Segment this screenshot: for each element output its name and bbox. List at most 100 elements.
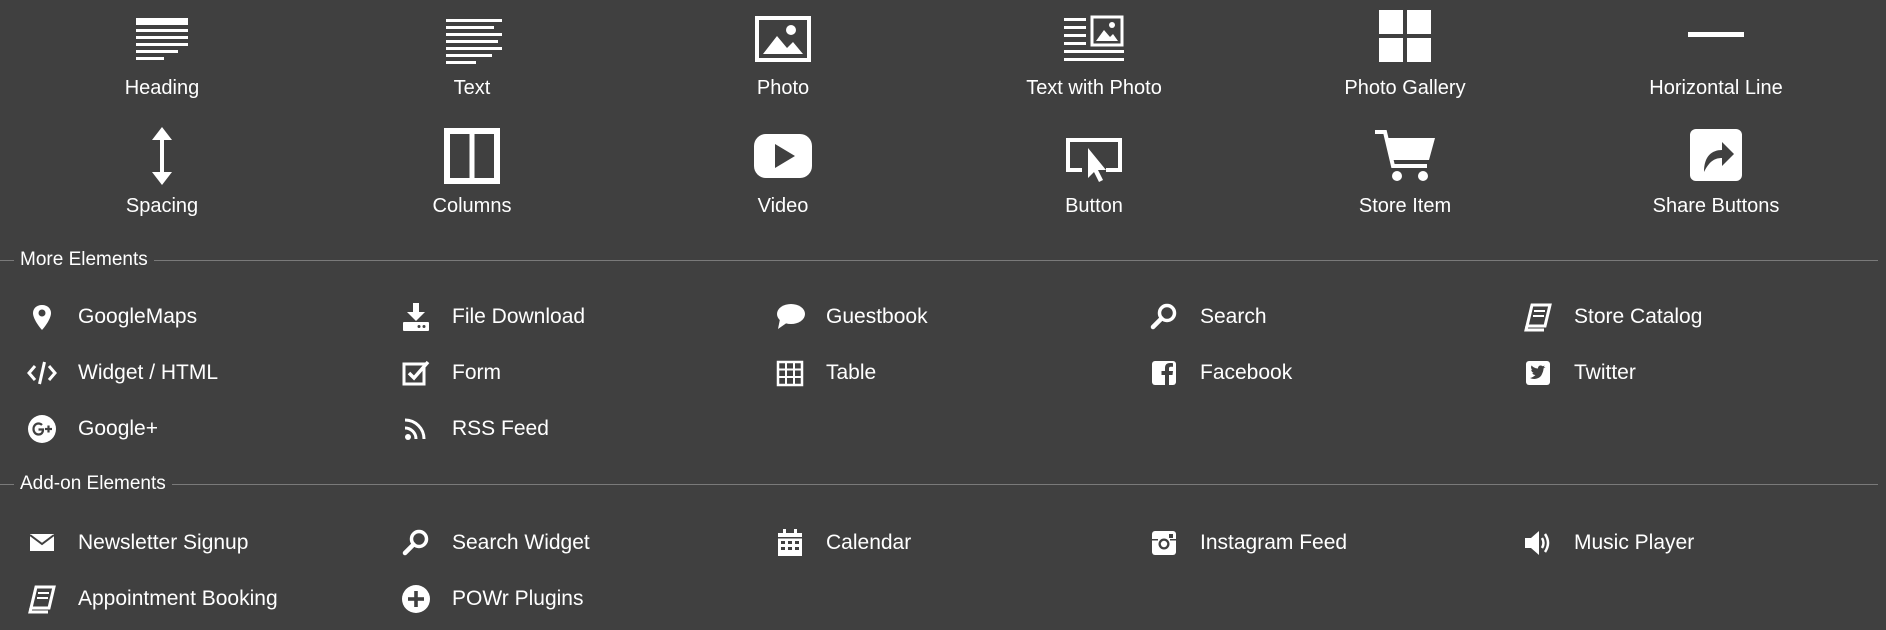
table-icon (774, 358, 806, 388)
search-icon (1148, 302, 1180, 332)
element-rss-feed[interactable]: RSS Feed (374, 408, 734, 448)
element-share-buttons[interactable]: Share Buttons (1616, 126, 1816, 236)
rss-icon (400, 414, 432, 444)
element-file-download[interactable]: File Download (374, 296, 734, 336)
element-label: Form (452, 361, 501, 384)
plus-circle-icon (400, 584, 432, 614)
element-label: GoogleMaps (78, 305, 198, 328)
instagram-icon (1148, 528, 1180, 558)
text-with-photo-icon (1062, 8, 1126, 68)
element-appointment-booking[interactable]: Appointment Booking (0, 578, 360, 618)
element-label: Button (1065, 195, 1123, 217)
element-label: Store Catalog (1574, 305, 1703, 328)
cart-icon (1373, 126, 1437, 186)
element-label: Instagram Feed (1200, 531, 1348, 554)
checkbox-icon (400, 358, 432, 388)
element-label: Columns (432, 195, 512, 217)
element-horizontal-line[interactable]: Horizontal Line (1616, 8, 1816, 118)
search-icon (400, 528, 432, 558)
element-label: Twitter (1574, 361, 1636, 384)
element-label: Horizontal Line (1649, 77, 1783, 99)
book-icon (26, 584, 58, 614)
element-label: Table (826, 361, 877, 384)
twitter-icon (1522, 358, 1554, 388)
element-label: Music Player (1574, 531, 1695, 554)
share-icon (1684, 126, 1748, 186)
element-label: Photo Gallery (1344, 77, 1466, 99)
heading-icon (130, 8, 194, 68)
element-spacing[interactable]: Spacing (62, 126, 262, 236)
columns-icon (440, 126, 504, 186)
element-label: POWr Plugins (452, 587, 584, 610)
element-text[interactable]: Text (372, 8, 572, 118)
element-search[interactable]: Search (1122, 296, 1482, 336)
element-label: Widget / HTML (78, 361, 219, 384)
element-label: Appointment Booking (78, 587, 278, 610)
download-icon (400, 302, 432, 332)
speech-bubble-icon (774, 302, 806, 332)
element-label: Newsletter Signup (78, 531, 249, 554)
more-elements-header: More Elements (0, 248, 1886, 272)
element-label: Share Buttons (1652, 195, 1780, 217)
element-store-catalog[interactable]: Store Catalog (1496, 296, 1856, 336)
element-googlemaps[interactable]: GoogleMaps (0, 296, 360, 336)
element-label: Search (1200, 305, 1267, 328)
spacing-icon (130, 126, 194, 186)
element-text-with-photo[interactable]: Text with Photo (994, 8, 1194, 118)
element-label: Store Item (1358, 195, 1452, 217)
element-label: Text (453, 77, 491, 99)
element-music-player[interactable]: Music Player (1496, 522, 1856, 562)
element-button[interactable]: Button (994, 126, 1194, 236)
element-label: Spacing (125, 195, 199, 217)
primary-row-1: Heading Text Photo Text with Photo Photo… (0, 8, 1886, 118)
element-table[interactable]: Table (748, 352, 1108, 392)
envelope-icon (26, 528, 58, 558)
calendar-icon (774, 528, 806, 558)
element-video[interactable]: Video (683, 126, 883, 236)
element-label: Facebook (1200, 361, 1293, 384)
element-search-widget[interactable]: Search Widget (374, 522, 734, 562)
photo-gallery-icon (1373, 8, 1437, 68)
element-newsletter-signup[interactable]: Newsletter Signup (0, 522, 360, 562)
element-label: Heading (124, 77, 200, 99)
horizontal-line-icon (1684, 8, 1748, 68)
element-label: Text with Photo (1026, 77, 1162, 99)
element-label: Video (757, 195, 809, 217)
element-label: Search Widget (452, 531, 590, 554)
element-columns[interactable]: Columns (372, 126, 572, 236)
element-form[interactable]: Form (374, 352, 734, 392)
facebook-icon (1148, 358, 1180, 388)
section-title: Add-on Elements (14, 472, 172, 496)
element-photo-gallery[interactable]: Photo Gallery (1305, 8, 1505, 118)
element-store-item[interactable]: Store Item (1305, 126, 1505, 236)
element-label: File Download (452, 305, 586, 328)
google-plus-icon (26, 414, 58, 444)
section-title: More Elements (14, 248, 154, 272)
photo-icon (751, 8, 815, 68)
speaker-icon (1522, 528, 1554, 558)
element-twitter[interactable]: Twitter (1496, 352, 1856, 392)
element-calendar[interactable]: Calendar (748, 522, 1108, 562)
text-icon (440, 8, 504, 68)
element-label: Guestbook (826, 305, 928, 328)
element-facebook[interactable]: Facebook (1122, 352, 1482, 392)
addon-elements-header: Add-on Elements (0, 472, 1886, 496)
element-label: Google+ (78, 417, 158, 440)
element-photo[interactable]: Photo (683, 8, 883, 118)
element-label: RSS Feed (452, 417, 549, 440)
book-icon (1522, 302, 1554, 332)
element-google-plus[interactable]: Google+ (0, 408, 360, 448)
element-label: Photo (756, 77, 810, 99)
element-powr-plugins[interactable]: POWr Plugins (374, 578, 734, 618)
button-icon (1062, 126, 1126, 186)
element-widget-html[interactable]: Widget / HTML (0, 352, 360, 392)
divider (0, 484, 1878, 485)
code-icon (26, 358, 58, 388)
divider (0, 260, 1878, 261)
primary-row-2: Spacing Columns Video Button Store Item (0, 126, 1886, 236)
map-pin-icon (26, 302, 58, 332)
element-instagram-feed[interactable]: Instagram Feed (1122, 522, 1482, 562)
element-guestbook[interactable]: Guestbook (748, 296, 1108, 336)
element-label: Calendar (826, 531, 912, 554)
element-heading[interactable]: Heading (62, 8, 262, 118)
